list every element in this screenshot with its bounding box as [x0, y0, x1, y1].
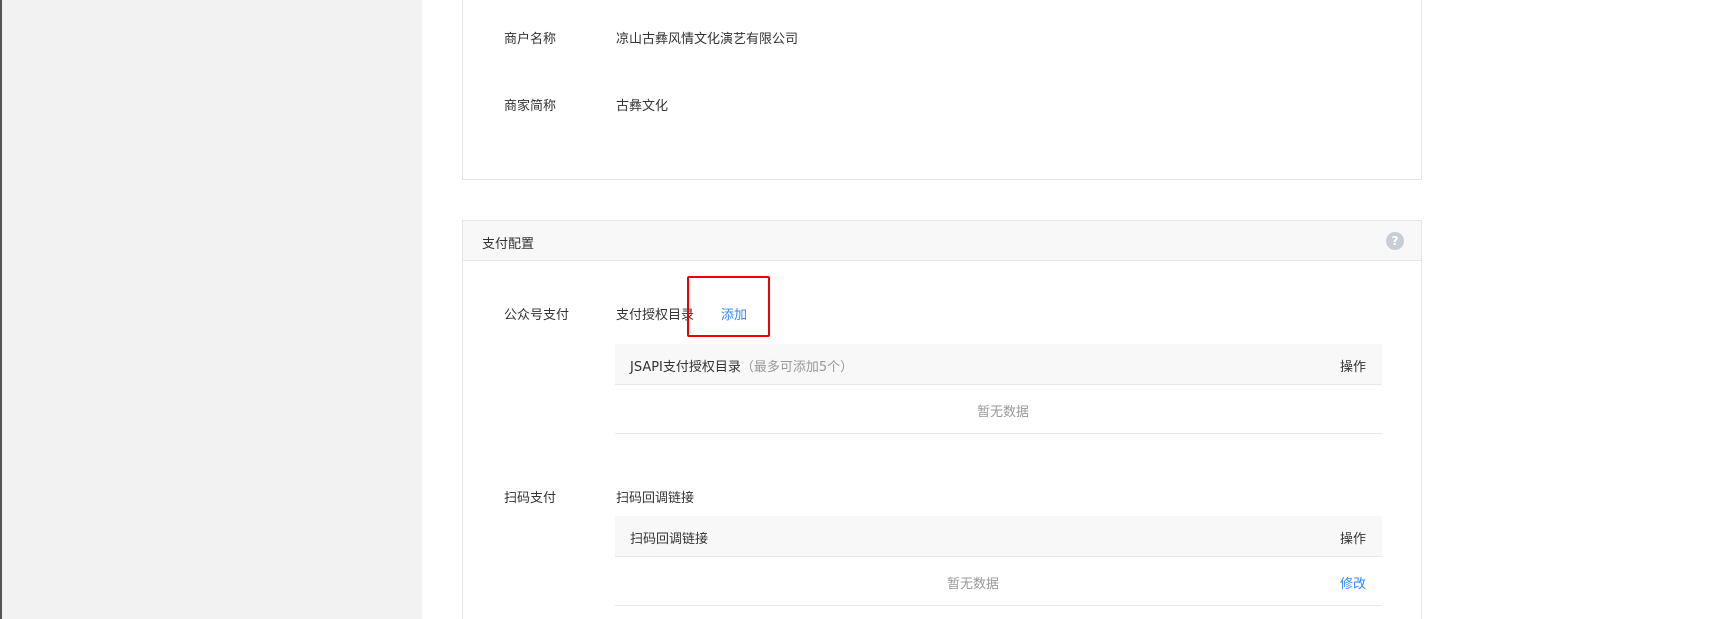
- table-body: 暂无数据 修改: [615, 557, 1382, 606]
- merchant-info-panel: 商户名称 凉山古彝风情文化演艺有限公司 商家简称 古彝文化: [462, 0, 1422, 180]
- callback-column-title: 扫码回调链接: [630, 532, 709, 547]
- scan-callback-label: 扫码回调链接: [616, 491, 695, 506]
- empty-text: 暂无数据: [977, 405, 1030, 420]
- jsapi-column-title: JSAPI支付授权目录: [630, 360, 741, 375]
- table-header: 扫码回调链接 操作: [615, 516, 1382, 557]
- action-column-title: 操作: [1339, 532, 1366, 547]
- edit-callback-link[interactable]: 修改: [1340, 573, 1366, 592]
- payment-config-title: 支付配置: [482, 237, 535, 252]
- table-header: JSAPI支付授权目录（最多可添加5个） 操作: [615, 344, 1382, 385]
- help-icon[interactable]: ?: [1386, 232, 1404, 250]
- payment-config-panel: 支付配置 ? 公众号支付 支付授权目录 添加 JSAPI支付授权目录（最多可添加…: [462, 220, 1422, 619]
- jsapi-directory-table: JSAPI支付授权目录（最多可添加5个） 操作 暂无数据: [615, 344, 1382, 434]
- window-left-border: [0, 0, 2, 619]
- table-header-main: JSAPI支付授权目录（最多可添加5个）: [630, 356, 853, 375]
- scan-callback-table: 扫码回调链接 操作 暂无数据 修改: [615, 516, 1382, 606]
- main-content: 商户名称 凉山古彝风情文化演艺有限公司 商家简称 古彝文化 支付配置 ? 公众号…: [422, 0, 1720, 619]
- empty-text: 暂无数据: [947, 577, 1000, 592]
- merchant-short-name-value: 古彝文化: [616, 99, 669, 114]
- merchant-short-name-label: 商家简称: [504, 99, 557, 114]
- table-body: 暂无数据: [615, 385, 1382, 434]
- official-account-pay-label: 公众号支付: [504, 308, 570, 323]
- jsapi-column-hint: （最多可添加5个）: [740, 360, 854, 375]
- merchant-name-label: 商户名称: [504, 32, 557, 47]
- merchant-name-value: 凉山古彝风情文化演艺有限公司: [616, 32, 799, 47]
- scan-pay-label: 扫码支付: [504, 491, 557, 506]
- auth-directory-label: 支付授权目录: [616, 308, 695, 323]
- payment-config-header: 支付配置 ?: [463, 221, 1421, 261]
- highlight-annotation-box: [687, 276, 770, 337]
- action-column-title: 操作: [1339, 360, 1366, 375]
